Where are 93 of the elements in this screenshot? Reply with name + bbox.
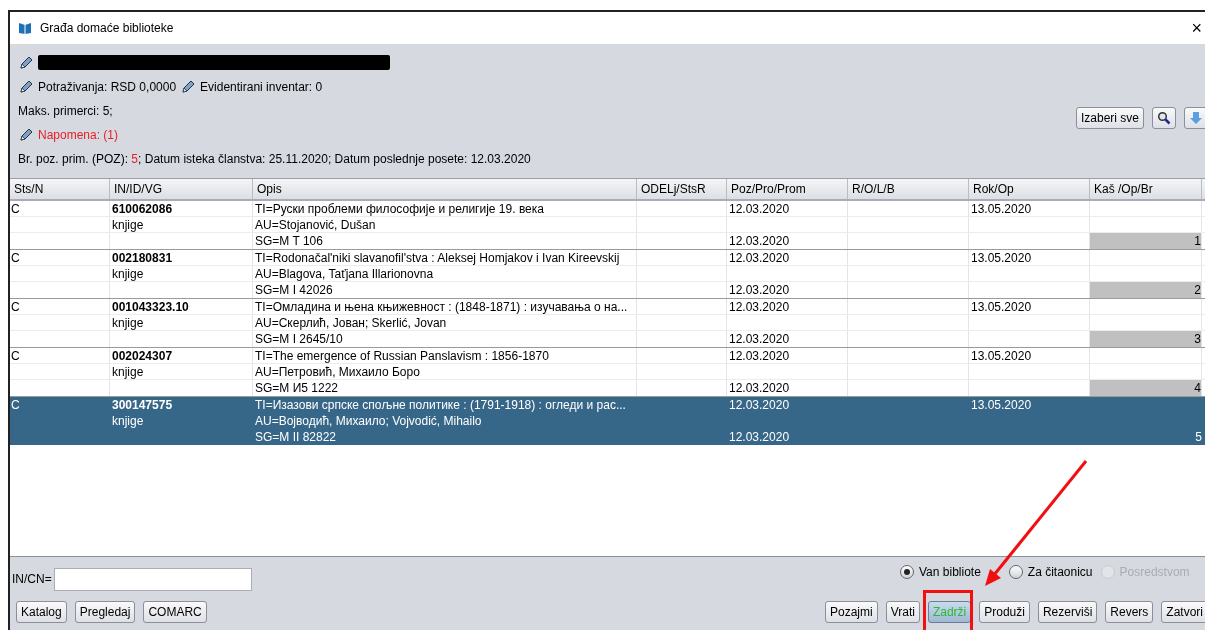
table-cell-text: TI=Изазови српске спољне политике : (1791-1918) : огледи и рас... (254, 397, 627, 413)
table-cell: 12.03.2020 (727, 233, 848, 249)
table-cell-text: AU=Војводић, Михаило; Vojvodić, Mihailo (254, 413, 483, 429)
selected-row[interactable]: C 300147575 TI=Изазови српске спољне политике : (1791-1918) : огледи и рас... 12.03.2020 13.05.2020 knjige AU=Војводић, Михаило; Vojvodić, Mihailo SG=M II 82822 12.03.2020 5 (10, 397, 1205, 445)
table-row[interactable]: C 001043323.10 TI=Омладина и њена књижевност : (1848-1871) : изучавања о на... 12.03.2020 13.05.2020 knjige AU=Скерлић, Јован; Skerlić, Jovan SG=M I 2645/10 12.03.2020 3 (10, 299, 1205, 348)
search-field[interactable] (53, 567, 252, 591)
action-button[interactable]: Rezerviši (1037, 601, 1098, 623)
column-header[interactable]: Sts/N (10, 179, 110, 199)
table-cell: C (10, 201, 110, 216)
table-cell: 002024307 (110, 348, 253, 363)
table-cell-text: SG=M II 82822 (254, 429, 338, 445)
book-icon (18, 21, 32, 35)
table-cell: 12.03.2020 (727, 299, 848, 314)
table-cell: 13.05.2020 (969, 201, 1090, 216)
action-button[interactable]: COMARC (143, 601, 207, 623)
table-cell-text: 300147575 (111, 397, 174, 413)
table-cell: AU=Скерлић, Јован; Skerlić, Jovan (253, 315, 637, 330)
table-cell: AU=Петровић, Михаило Боро (253, 364, 637, 379)
action-button[interactable]: Vrati (885, 601, 920, 623)
table-cell: SG=M I 42026 (253, 282, 637, 298)
table-cell: TI=Омладина и њена књижевност : (1848-1871) : изучавања о на... (253, 299, 637, 314)
search-icon (1157, 111, 1171, 125)
table-row[interactable]: C 002180831 TI=Rodonačal'niki slavanofil'stva : Aleksej Homjakov i Ivan Kireevskij 12.03.2020 13.05.2020 knjige AU=Blagova, Taťjana Illarionovna SG=M I 42026 12.03.2020 2 (10, 250, 1205, 299)
column-header[interactable]: Opis (253, 179, 637, 199)
table-cell: 12.03.2020 (727, 348, 848, 363)
table-cell: knjige (110, 217, 253, 232)
table-cell: TI=The emergence of Russian Panslavism : 1856-1870 (253, 348, 637, 363)
table-cell: 13.05.2020 (969, 299, 1090, 314)
table-cell: 12.03.2020 (727, 380, 848, 396)
action-button[interactable]: Zatvori (1161, 601, 1205, 623)
down-arrow-icon (1189, 111, 1203, 125)
claims-label: Potraživanja: RSD 0,0000 (38, 78, 177, 96)
edit-icon[interactable] (18, 126, 34, 143)
table-cell: 12.03.2020 (727, 331, 848, 347)
table-cell-text: knjige (111, 413, 145, 429)
table-cell: SG=M И5 1222 (253, 380, 637, 396)
select-all-button[interactable]: Izaberi sve (1075, 107, 1144, 129)
window-title: Građa domaće biblioteke (40, 20, 175, 37)
table-cell: 4 (1090, 380, 1202, 396)
table-cell: C (10, 250, 110, 265)
table-cell: 13.05.2020 (969, 348, 1090, 363)
table-cell-text: 12.03.2020 (728, 397, 791, 413)
table-cell: C (10, 348, 110, 363)
table-cell: 001043323.10 (110, 299, 253, 314)
table-cell: TI=Rodonačal'niki slavanofil'stva : Aleksej Homjakov i Ivan Kireevskij (253, 250, 637, 265)
column-header[interactable]: Poz/Pro/Prom (727, 179, 848, 199)
table-cell: 1 (1090, 233, 1202, 249)
table-cell: 610062086 (110, 201, 253, 216)
radio-label[interactable]: Van bibliote (919, 563, 981, 581)
table-cell: 12.03.2020 (727, 282, 848, 298)
action-button[interactable]: Katalog (16, 601, 67, 623)
search-button[interactable] (1152, 107, 1176, 129)
table-cell: 13.05.2020 (969, 250, 1090, 265)
table-cell: TI=Руски проблеми философије и религије 19. века (253, 201, 637, 216)
table-cell-text: C (10, 397, 21, 413)
table-cell: SG=M T 106 (253, 233, 637, 249)
membership-info: Br. poz. prim. (POZ): 5; Datum isteka članstva: 25.11.2020; Datum poslednje posete: 12.03.2020 (18, 150, 531, 168)
table-cell-text: 13.05.2020 (970, 397, 1033, 413)
table-cell: 2 (1090, 282, 1202, 298)
action-button[interactable]: Pozajmi (825, 601, 878, 623)
table-cell: knjige (110, 364, 253, 379)
close-button[interactable]: × (1189, 19, 1204, 37)
field-label: IN/CN= (12, 571, 52, 588)
action-button[interactable]: Revers (1105, 601, 1154, 623)
table-cell: 12.03.2020 (727, 250, 848, 265)
inventory-label: Evidentirani inventar: 0 (200, 78, 323, 96)
table-cell: C (10, 299, 110, 314)
table-cell: SG=M I 2645/10 (253, 331, 637, 347)
radio-button[interactable] (1008, 565, 1023, 579)
table-cell-text: 5 (1194, 429, 1202, 445)
column-header[interactable]: ODELj/StsR (637, 179, 727, 199)
table-cell: AU=Stojanović, Dušan (253, 217, 637, 232)
edit-icon[interactable] (18, 54, 34, 71)
table-cell: 3 (1090, 331, 1202, 347)
column-header[interactable]: R/O/L/B (848, 179, 969, 199)
radio-button[interactable] (900, 565, 914, 579)
edit-icon[interactable] (180, 78, 197, 95)
radio-label[interactable]: Za čitaonicu (1027, 563, 1093, 581)
table-row[interactable]: C 610062086 TI=Руски проблеми философије и религије 19. века 12.03.2020 13.05.2020 knjige AU=Stojanović, Dušan SG=M T 106 12.03.2020 1 (10, 201, 1205, 250)
edit-icon[interactable] (18, 78, 34, 95)
table-cell: knjige (110, 315, 253, 330)
table-cell-text: 12.03.2020 (728, 429, 791, 445)
action-button[interactable]: Produži (979, 601, 1030, 623)
table-cell: knjige (110, 266, 253, 281)
column-header[interactable]: Kaš /Op/Br (1090, 179, 1202, 199)
table-cell: 12.03.2020 (727, 201, 848, 216)
table-cell: AU=Blagova, Taťjana Illarionovna (253, 266, 637, 281)
column-header[interactable]: Rok/Op (969, 179, 1090, 199)
table-cell: 002180831 (110, 250, 253, 265)
max-copies-label: Maks. primerci: 5; (18, 102, 113, 120)
column-header[interactable]: IN/ID/VG (110, 179, 253, 199)
download-button[interactable] (1184, 107, 1205, 129)
action-button[interactable]: Pregledaj (74, 601, 136, 623)
